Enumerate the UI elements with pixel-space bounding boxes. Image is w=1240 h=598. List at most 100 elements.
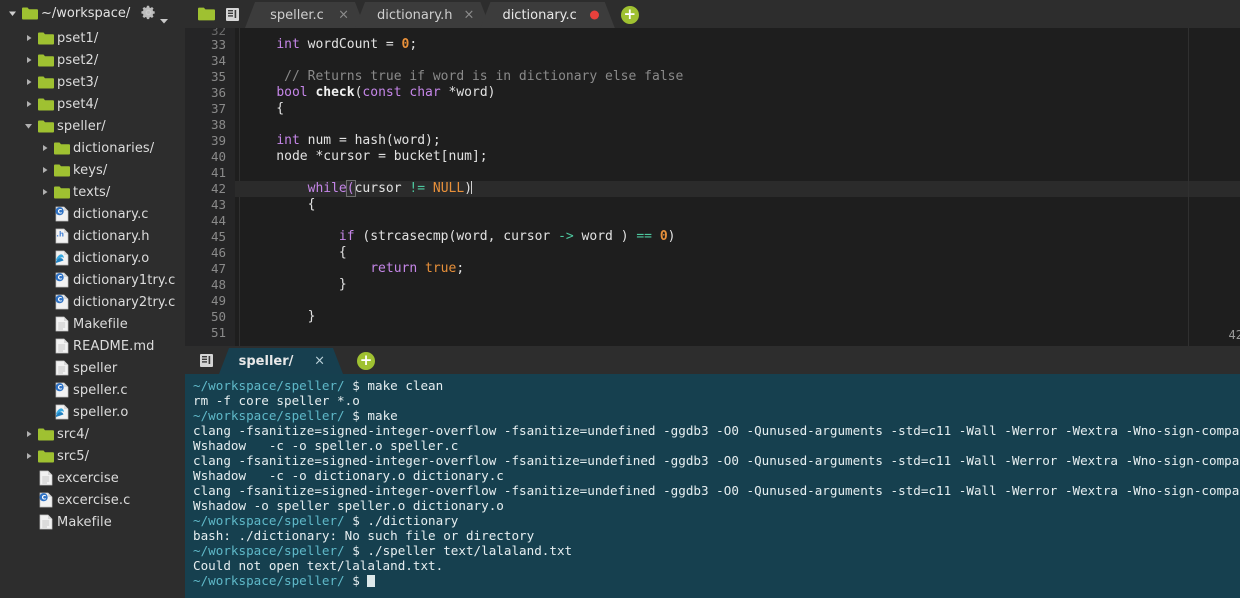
code-line[interactable]: } [235,309,1240,325]
code-line[interactable]: return true; [235,261,1240,277]
svg-text:C: C [58,297,63,304]
terminal-line-text: clang -fsanitize=signed-integer-overflow… [193,483,1240,498]
terminal-line-text: rm -f core speller *.o [193,393,360,408]
code-line[interactable]: { [235,101,1240,117]
code-line[interactable]: // Returns true if word is in dictionary… [235,69,1240,85]
terminal-pane-icon[interactable] [193,346,219,374]
code-line[interactable] [235,213,1240,229]
file-tree-item[interactable]: Cdictionary2try.c [0,291,185,313]
expand-arrow-icon[interactable] [22,34,35,42]
object-file-icon [51,250,73,266]
code-line[interactable] [235,165,1240,181]
terminal-line: ~/workspace/speller/ $ ./dictionary [193,513,1240,528]
root-expand-arrow[interactable] [6,9,19,18]
file-tree-item[interactable]: .h dictionary.h [0,225,185,247]
file-tree-item[interactable]: speller.o [0,401,185,423]
expand-arrow-icon[interactable] [22,78,35,86]
file-tree-item[interactable]: pset4/ [0,93,185,115]
editor-tab-dictionary-c[interactable]: dictionary.c [480,2,614,28]
file-tree-item-label: Makefile [73,316,128,332]
cursor-position-indicator: 42:30 [1228,328,1240,342]
folder-icon [35,32,57,45]
file-tree-item[interactable]: dictionaries/ [0,137,185,159]
file-tree-item[interactable]: Cdictionary1try.c [0,269,185,291]
close-icon[interactable]: × [464,9,475,22]
file-tree-item[interactable]: Makefile [0,313,185,335]
terminal-pane-icon[interactable] [219,0,245,28]
text-caret [471,181,473,194]
file-tree-item[interactable]: texts/ [0,181,185,203]
file-tree-item[interactable]: excercise [0,467,185,489]
editor-tab-speller-c[interactable]: speller.c × [245,2,365,28]
editor-tab-dictionary-h[interactable]: dictionary.h × [355,2,490,28]
expand-arrow-icon[interactable] [22,100,35,108]
line-number: 47 [210,261,226,276]
close-icon[interactable]: × [314,354,325,369]
folder-icon[interactable] [193,0,219,28]
expand-arrow-icon[interactable] [38,144,51,152]
file-tree-item[interactable]: speller [0,357,185,379]
terminal-tab-speller[interactable]: speller/ × [219,348,343,374]
folder-icon [51,186,73,199]
file-tree-item[interactable]: pset3/ [0,71,185,93]
file-tree-item[interactable]: Cdictionary.c [0,203,185,225]
file-tree-item[interactable]: keys/ [0,159,185,181]
file-tree-item[interactable]: speller/ [0,115,185,137]
terminal-tab-label: speller/ [238,353,294,369]
new-editor-tab-button[interactable]: + [620,6,639,24]
code-line[interactable]: { [235,197,1240,213]
code-content[interactable]: int wordCount = 0; // Returns true if wo… [235,28,1240,346]
code-line[interactable] [235,53,1240,69]
code-line[interactable]: if (strcasecmp(word, cursor -> word ) ==… [235,229,1240,245]
expand-arrow-icon[interactable] [22,122,35,130]
terminal-line-text: clang -fsanitize=signed-integer-overflow… [193,453,1240,468]
code-line[interactable]: int wordCount = 0; [235,37,1240,53]
code-line[interactable] [235,293,1240,309]
terminal-line-text: $ ./speller text/lalaland.txt [344,543,573,558]
code-line[interactable]: bool check(const char *word) [235,85,1240,101]
svg-text:.h: .h [56,231,64,239]
code-line[interactable]: while(cursor != NULL) [235,180,1240,197]
file-tree-item[interactable]: Cspeller.c [0,379,185,401]
terminal-output[interactable]: ~/workspace/speller/ $ make clean rm -f c… [185,374,1240,598]
code-line[interactable] [235,117,1240,133]
gear-icon[interactable] [140,4,157,25]
terminal-line-text: bash: ./dictionary: No such file or dire… [193,528,535,543]
file-tree-item[interactable]: src4/ [0,423,185,445]
expand-arrow-icon[interactable] [22,56,35,64]
code-line[interactable]: node *cursor = bucket[num]; [235,149,1240,165]
terminal-line: Wshadow -c -o speller.o speller.c [193,438,1240,453]
code-line[interactable]: int num = hash(word); [235,133,1240,149]
file-tree-item[interactable]: Makefile [0,511,185,533]
file-tree-item[interactable]: Cexcercise.c [0,489,185,511]
expand-arrow-icon[interactable] [38,166,51,174]
terminal-line: clang -fsanitize=signed-integer-overflow… [193,483,1240,498]
code-line[interactable]: { [235,245,1240,261]
chevron-down-icon[interactable] [160,9,168,28]
file-tree-item[interactable]: README.md [0,335,185,357]
file-tree-item[interactable]: pset2/ [0,49,185,71]
expand-arrow-icon[interactable] [22,430,35,438]
expand-arrow-icon[interactable] [38,188,51,196]
ruler-guide [1188,28,1189,346]
svg-text:C: C [58,275,63,282]
line-number-gutter: 32 33 34 35 36 37 38 39 40 41 42 43 44 45 46 47 48 49 50 5… [185,28,235,346]
file-tree-item[interactable]: dictionary.o [0,247,185,269]
code-line[interactable]: } [235,277,1240,293]
file-tree-item-label: texts/ [73,184,111,200]
expand-arrow-icon[interactable] [22,452,35,460]
file-tree-item[interactable]: src5/ [0,445,185,467]
terminal-prompt: ~/workspace/speller/ [193,378,345,393]
file-browser-sidebar: ~/workspace/ pset1/pset2/pset3/pset4/spe… [0,0,185,598]
line-number: 48 [210,277,226,292]
code-line[interactable] [235,325,1240,341]
file-tree-item[interactable]: pset1/ [0,27,185,49]
file-tree: pset1/pset2/pset3/pset4/speller/dictiona… [0,27,185,533]
line-number: 44 [210,213,226,228]
close-icon[interactable]: × [338,9,349,22]
code-editor[interactable]: 32 33 34 35 36 37 38 39 40 41 42 43 44 45 46 47 48 49 50 5… [185,28,1240,346]
terminal-line: rm -f core speller *.o [193,393,1240,408]
file-icon [35,470,57,486]
svg-text:C: C [58,209,63,216]
new-terminal-tab-button[interactable]: + [357,352,375,370]
